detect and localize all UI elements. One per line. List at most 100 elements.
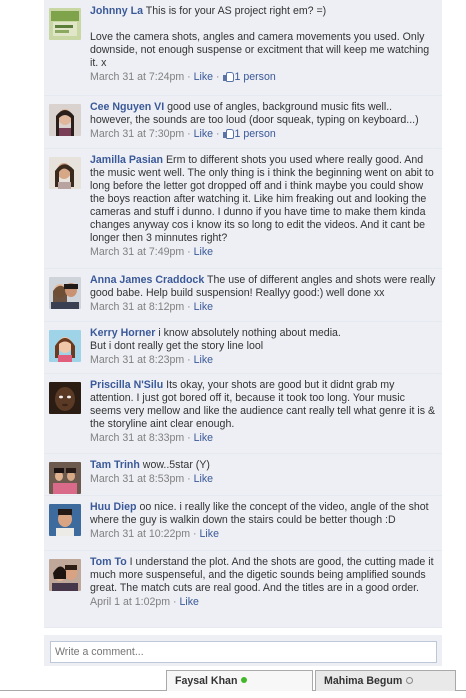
likes-count-label: 1 person: [234, 71, 276, 83]
likes-count-label: 1 person: [234, 128, 276, 140]
avatar[interactable]: [49, 382, 81, 414]
likes-count[interactable]: 1 person: [222, 128, 276, 140]
comment-list: Johnny La This is for your AS project ri…: [44, 0, 442, 628]
avatar-image-icon: [49, 330, 81, 362]
comment-timestamp[interactable]: March 31 at 8:12pm: [90, 301, 184, 313]
comment-timestamp[interactable]: March 31 at 10:22pm: [90, 528, 190, 540]
like-link[interactable]: Like: [194, 473, 213, 485]
comment-item: Jamilla Pasian Erm to different shots yo…: [44, 149, 442, 269]
comment-body: I understand the plot. And the shots are…: [90, 556, 434, 594]
meta-separator: ·: [184, 432, 194, 444]
like-link[interactable]: Like: [194, 301, 213, 313]
like-link[interactable]: Like: [200, 528, 219, 540]
meta-separator: ·: [213, 128, 223, 140]
comment-meta: March 31 at 8:12pm · Like: [90, 301, 436, 314]
avatar-image-icon: [49, 8, 81, 40]
avatar-image-icon: [49, 504, 81, 536]
likes-count[interactable]: 1 person: [222, 71, 276, 83]
meta-separator: ·: [184, 301, 194, 313]
comment-author[interactable]: Tom To: [90, 556, 127, 568]
comment-text: Tam Trinh wow..5star (Y): [90, 459, 436, 472]
comment-body: oo nice. i really like the concept of th…: [90, 501, 429, 526]
comment-item: Anna James Craddock The use of different…: [44, 269, 442, 322]
comment-author[interactable]: Tam Trinh: [90, 459, 140, 471]
comment-meta: March 31 at 10:22pm · Like: [90, 528, 436, 541]
comment-author[interactable]: Johnny La: [90, 5, 143, 17]
avatar[interactable]: [49, 8, 81, 40]
avatar[interactable]: [49, 104, 81, 136]
like-link[interactable]: Like: [194, 354, 213, 366]
comment-text: Cee Nguyen VI good use of angles, backgr…: [90, 101, 436, 127]
comment-timestamp[interactable]: March 31 at 8:33pm: [90, 432, 184, 444]
comment-body: wow..5star (Y): [142, 459, 210, 471]
meta-separator: ·: [190, 528, 200, 540]
avatar-image-icon: [49, 382, 81, 414]
comment-timestamp[interactable]: March 31 at 7:24pm: [90, 71, 184, 83]
comment-body: Erm to different shots you used where re…: [90, 154, 434, 244]
avatar[interactable]: [49, 277, 81, 309]
chat-tab-faysal-khan[interactable]: Faysal Khan: [166, 670, 313, 691]
chat-tab-name: Mahima Begum: [324, 675, 403, 687]
comment-meta: March 31 at 7:24pm · Like · 1 person: [90, 71, 436, 84]
write-comment-box: [44, 635, 442, 669]
avatar-image-icon: [49, 104, 81, 136]
comment-item: Tam Trinh wow..5star (Y) March 31 at 8:5…: [44, 454, 442, 496]
avatar-image-icon: [49, 559, 81, 591]
like-link[interactable]: Like: [194, 246, 213, 258]
comment-text: Huu Diep oo nice. i really like the conc…: [90, 501, 436, 527]
avatar[interactable]: [49, 330, 81, 362]
comment-author[interactable]: Priscilla N'Silu: [90, 379, 163, 391]
comment-timestamp[interactable]: March 31 at 7:49pm: [90, 246, 184, 258]
comment-timestamp[interactable]: March 31 at 8:53pm: [90, 473, 184, 485]
like-link[interactable]: Like: [194, 128, 213, 140]
meta-separator: ·: [213, 71, 223, 83]
comment-author[interactable]: Anna James Craddock: [90, 274, 204, 286]
meta-separator: ·: [170, 596, 180, 608]
comment-timestamp[interactable]: March 31 at 7:30pm: [90, 128, 184, 140]
comment-meta: April 1 at 1:02pm · Like: [90, 596, 436, 609]
comment-timestamp[interactable]: April 1 at 1:02pm: [90, 596, 170, 608]
meta-separator: ·: [184, 246, 194, 258]
comment-input[interactable]: [50, 641, 437, 663]
comment-timestamp[interactable]: March 31 at 8:23pm: [90, 354, 184, 366]
online-status-icon: [241, 677, 248, 683]
like-link[interactable]: Like: [194, 71, 213, 83]
comment-item: Huu Diep oo nice. i really like the conc…: [44, 496, 442, 551]
facebook-comments-page: Johnny La This is for your AS project ri…: [0, 0, 466, 698]
avatar[interactable]: [49, 157, 81, 189]
comment-author[interactable]: Jamilla Pasian: [90, 154, 163, 166]
comment-item: Kerry Horner i know absolutely nothing a…: [44, 322, 442, 374]
comment-item: Tom To I understand the plot. And the sh…: [44, 551, 442, 628]
meta-separator: ·: [184, 354, 194, 366]
comment-item: Cee Nguyen VI good use of angles, backgr…: [44, 96, 442, 149]
thumbs-up-icon: [222, 129, 234, 139]
comment-author[interactable]: Huu Diep: [90, 501, 137, 513]
like-link[interactable]: Like: [180, 596, 199, 608]
meta-separator: ·: [184, 71, 194, 83]
comment-text: Anna James Craddock The use of different…: [90, 274, 436, 300]
comment-author[interactable]: Kerry Horner: [90, 327, 155, 339]
comment-meta: March 31 at 8:33pm · Like: [90, 432, 436, 445]
meta-separator: ·: [184, 473, 194, 485]
like-link[interactable]: Like: [194, 432, 213, 444]
avatar-image-icon: [49, 462, 81, 494]
comment-text: Kerry Horner i know absolutely nothing a…: [90, 327, 436, 353]
comment-meta: March 31 at 7:30pm · Like · 1 person: [90, 128, 436, 141]
comment-author[interactable]: Cee Nguyen VI: [90, 101, 164, 113]
comment-text: Johnny La This is for your AS project ri…: [90, 5, 436, 70]
avatar[interactable]: [49, 559, 81, 591]
avatar[interactable]: [49, 462, 81, 494]
idle-status-icon: [406, 677, 414, 684]
chat-tab-mahima-begum[interactable]: Mahima Begum: [315, 670, 456, 691]
thumbs-up-icon: [222, 72, 234, 82]
avatar-image-icon: [49, 157, 81, 189]
chat-tab-name: Faysal Khan: [175, 675, 238, 687]
comment-meta: March 31 at 8:23pm · Like: [90, 354, 436, 367]
comment-item: Priscilla N'Silu Its okay, your shots ar…: [44, 374, 442, 454]
comment-text: Tom To I understand the plot. And the sh…: [90, 556, 436, 595]
meta-separator: ·: [184, 128, 194, 140]
avatar-image-icon: [49, 277, 81, 309]
avatar[interactable]: [49, 504, 81, 536]
comment-meta: March 31 at 7:49pm · Like: [90, 246, 436, 259]
comment-item: Johnny La This is for your AS project ri…: [44, 0, 442, 96]
